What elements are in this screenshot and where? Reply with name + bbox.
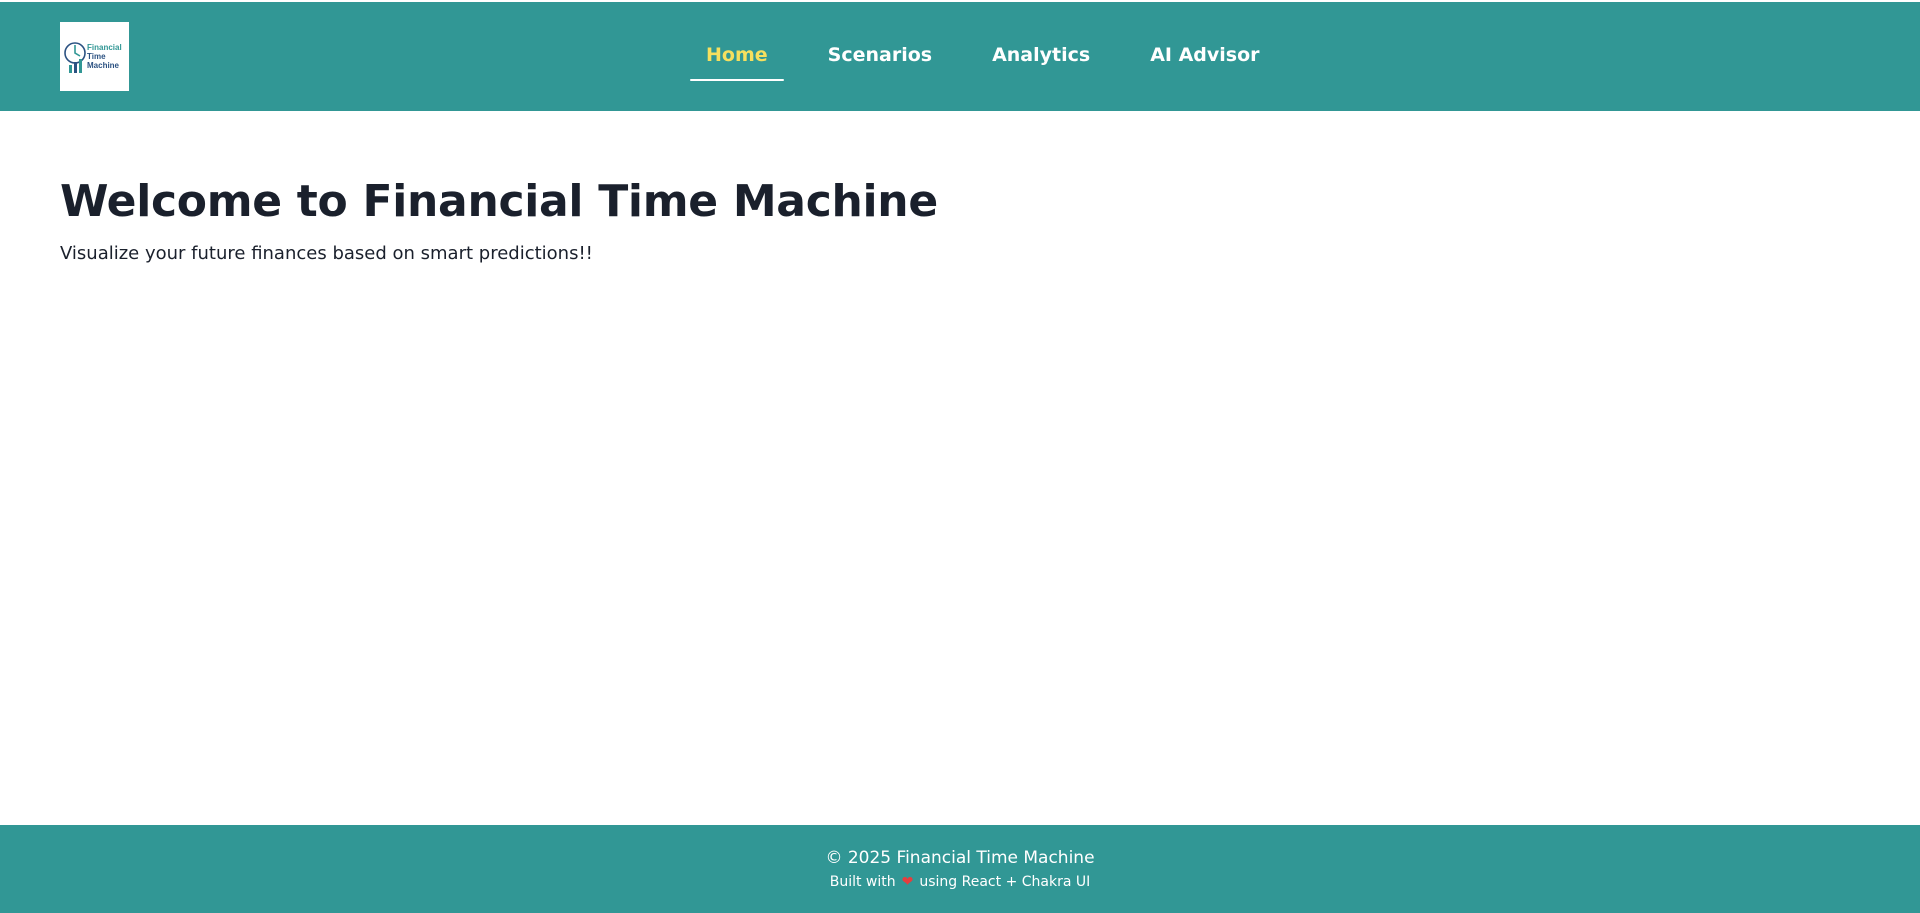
page-title: Welcome to Financial Time Machine [60, 176, 938, 227]
heart-icon: ❤ [901, 874, 914, 890]
footer-copyright: © 2025 Financial Time Machine [825, 848, 1095, 868]
logo-graphic: Financial Time Machine [63, 41, 122, 73]
nav-analytics[interactable]: Analytics [976, 2, 1106, 111]
built-with-prefix: Built with [829, 874, 896, 890]
footer: © 2025 Financial Time Machine Built with… [0, 825, 1920, 913]
main-nav: Home Scenarios Analytics AI Advisor [690, 2, 1304, 111]
built-with-suffix: using React + Chakra UI [919, 874, 1091, 890]
footer-built-with: Built with ❤ using React + Chakra UI [830, 874, 1091, 890]
logo-line-3: Machine [87, 61, 120, 70]
page-subtitle: Visualize your future finances based on … [60, 242, 593, 264]
nav-scenarios[interactable]: Scenarios [812, 2, 948, 111]
nav-home[interactable]: Home [690, 2, 784, 111]
main-content: Welcome to Financial Time Machine Visual… [60, 111, 938, 264]
nav-ai-advisor[interactable]: AI Advisor [1134, 2, 1275, 111]
app-logo[interactable]: Financial Time Machine [60, 22, 129, 91]
navbar: Financial Time Machine Home Scenarios An… [0, 2, 1920, 111]
logo-line-1: Financial [87, 43, 122, 52]
logo-line-2: Time [87, 52, 106, 61]
